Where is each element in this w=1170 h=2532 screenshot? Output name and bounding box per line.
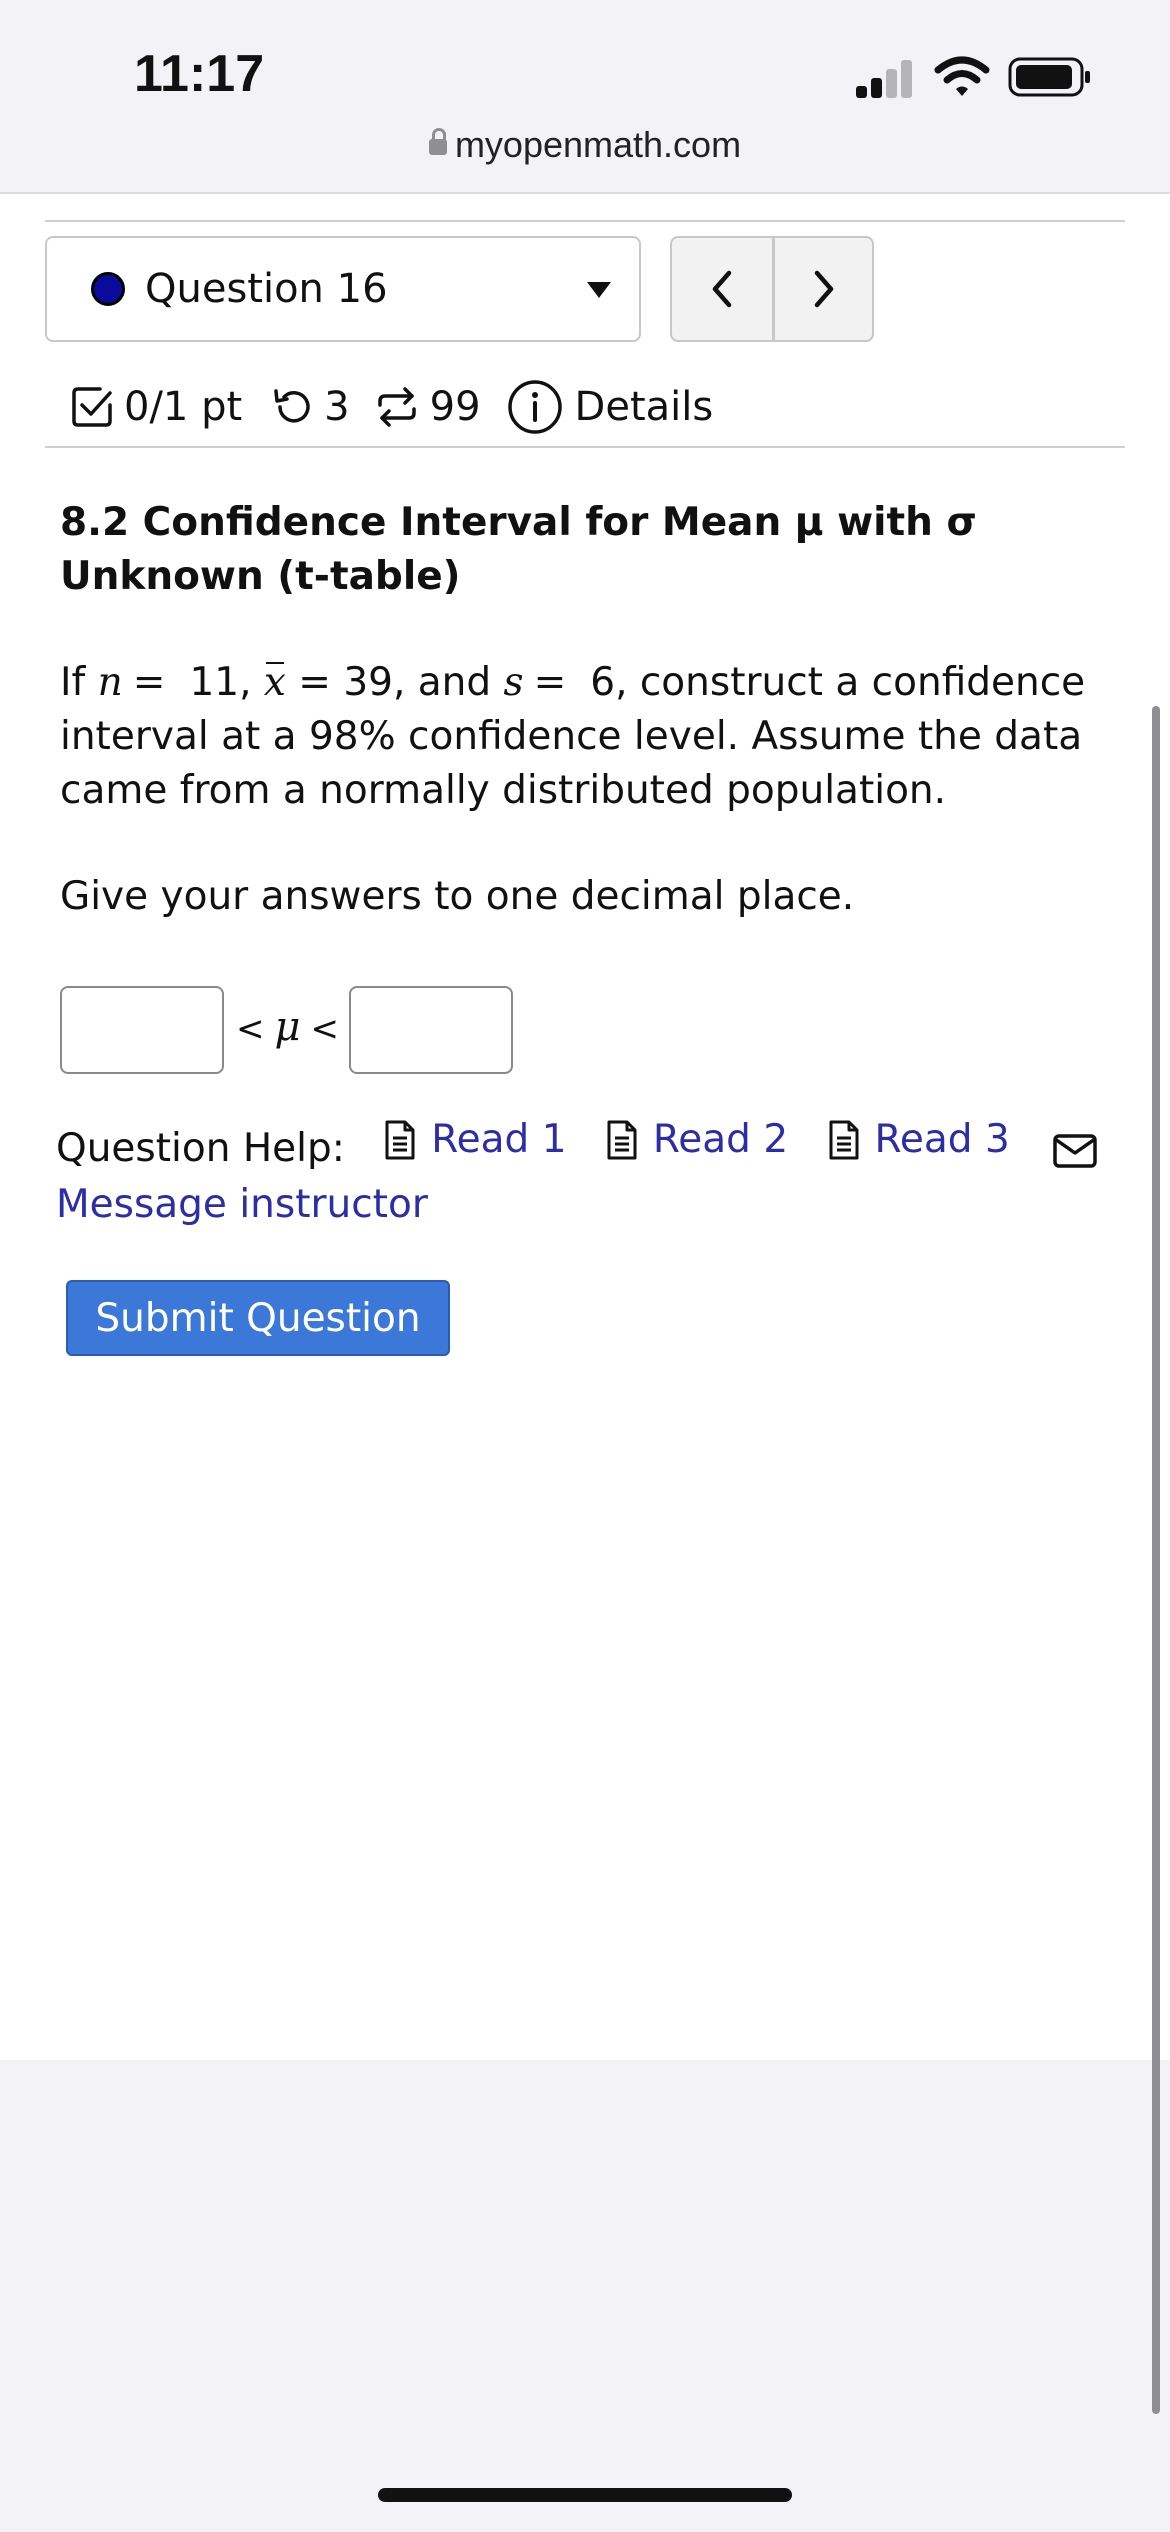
repeat-icon [377, 387, 416, 427]
less-than: < [310, 1009, 340, 1049]
status-time: 11:17 [134, 45, 265, 103]
retries-text: 3 [324, 384, 350, 430]
details-button[interactable]: Details [507, 379, 714, 435]
page-bottom-background [0, 2060, 1170, 2532]
retries-item: 3 [270, 384, 350, 430]
question-text: If n = 11, x = 39, and s = 6, construct a co… [60, 656, 1130, 818]
text: If [60, 660, 98, 705]
lower-bound-input[interactable] [60, 986, 224, 1074]
question-meta: 0/1 pt 3 99 Details [70, 372, 713, 442]
divider [45, 446, 1125, 448]
math-xbar: x [264, 656, 286, 710]
scrollbar[interactable] [1152, 706, 1160, 2414]
next-question-button[interactable] [774, 238, 872, 340]
question-help: Question Help: Read 1 Read 2 Read 3 Mess… [56, 1112, 1146, 1233]
question-select[interactable]: Question 16 [45, 236, 641, 342]
document-icon [385, 1120, 415, 1160]
attempts-text: 99 [429, 384, 481, 430]
url-text: myopenmath.com [454, 124, 742, 165]
mail-icon [1053, 1133, 1097, 1168]
read-3-label: Read 3 [874, 1117, 1010, 1162]
battery-icon [1008, 57, 1090, 97]
undo-icon [274, 389, 310, 423]
question-status-dot [91, 272, 125, 306]
instruction-text: Give your answers to one decimal place. [60, 874, 855, 919]
math-mu: μ [274, 1004, 301, 1050]
message-instructor-link[interactable]: Message instructor [56, 1182, 428, 1227]
question-select-label: Question 16 [145, 266, 388, 312]
checkbox-icon [72, 387, 112, 427]
help-label: Question Help: [56, 1126, 345, 1171]
score-text: 0/1 pt [124, 384, 243, 430]
browser-chrome: 11:17 myopenmath.com [0, 0, 1170, 194]
less-than: < [236, 1009, 265, 1049]
math-eq: = [533, 660, 567, 705]
question-title: 8.2 Confidence Interval for Mean μ with … [60, 500, 977, 599]
address-bar[interactable]: myopenmath.com [0, 124, 1170, 166]
inequality: < μ < [236, 1004, 339, 1050]
wifi-icon [934, 56, 990, 96]
question-nav [670, 236, 874, 342]
upper-bound-input[interactable] [349, 986, 513, 1074]
info-icon [507, 380, 562, 434]
read-2-link[interactable]: Read 2 [605, 1112, 788, 1168]
chevron-left-icon [712, 270, 732, 308]
details-label: Details [574, 384, 714, 430]
read-1-label: Read 1 [431, 1117, 567, 1162]
math-s: s [503, 660, 524, 705]
cellular-signal-icon [856, 58, 916, 98]
read-2-label: Read 2 [652, 1117, 789, 1162]
read-3-link[interactable]: Read 3 [827, 1112, 1010, 1168]
lock-icon [428, 128, 447, 155]
math-n: n [97, 660, 123, 705]
document-icon [607, 1120, 637, 1160]
chevron-right-icon [814, 270, 834, 308]
home-indicator[interactable] [378, 2488, 792, 2502]
caret-down-icon [587, 282, 611, 298]
text: = 39, and [285, 660, 504, 705]
read-1-link[interactable]: Read 1 [383, 1112, 567, 1168]
document-icon [829, 1120, 859, 1160]
previous-question-button[interactable] [672, 238, 775, 340]
text: 11, [189, 660, 264, 705]
score-item: 0/1 pt [70, 384, 242, 430]
math-eq: = [132, 660, 166, 705]
attempts-item: 99 [374, 384, 481, 430]
divider [45, 220, 1125, 222]
submit-question-button[interactable]: Submit Question [66, 1280, 450, 1356]
